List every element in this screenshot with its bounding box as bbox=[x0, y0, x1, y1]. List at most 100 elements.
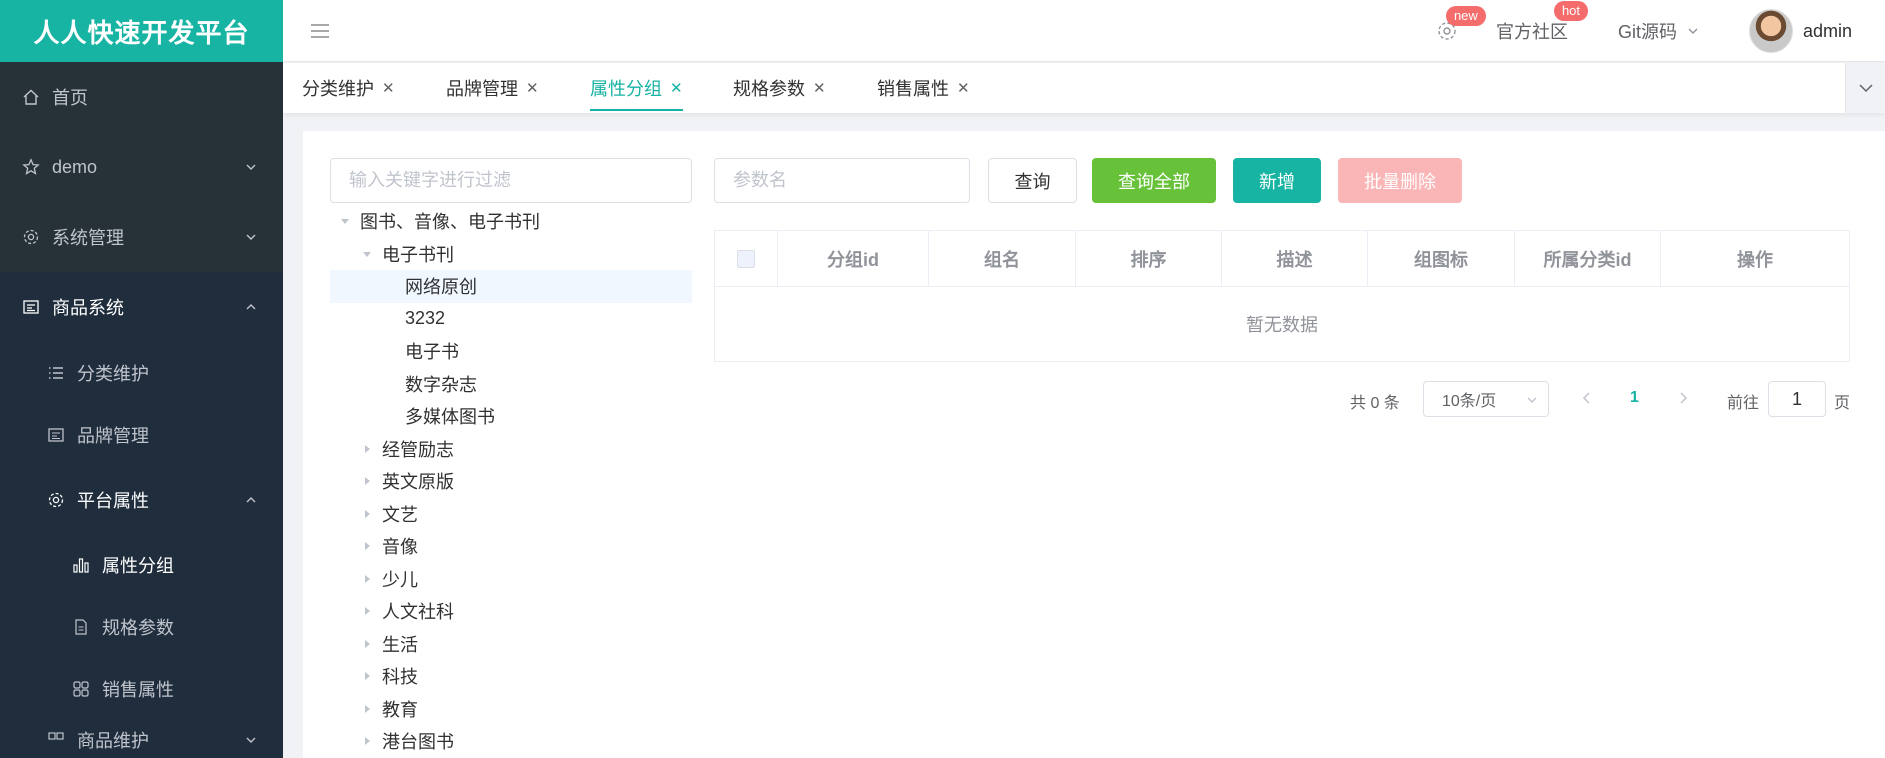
caret-right-icon[interactable] bbox=[362, 509, 372, 519]
page-size-select[interactable]: 10条/页 bbox=[1423, 381, 1549, 417]
sidebar-item-home[interactable]: 首页 bbox=[0, 62, 283, 132]
product-submenu: 分类维护 品牌管理 平台属性 属性分组 规格参数 销售属性 商品维护 bbox=[0, 342, 283, 758]
sidebar-item-sale-attr[interactable]: 销售属性 bbox=[0, 658, 283, 720]
tree-node[interactable]: 人文社科 bbox=[330, 595, 692, 628]
sidebar-item-product[interactable]: 商品系统 bbox=[0, 272, 283, 342]
column-header[interactable]: 组名 bbox=[929, 231, 1076, 286]
tree-node[interactable]: 教育 bbox=[330, 693, 692, 726]
column-header[interactable]: 描述 bbox=[1222, 231, 1368, 286]
tree-node[interactable]: 英文原版 bbox=[330, 465, 692, 498]
sidebar-item-category[interactable]: 分类维护 bbox=[0, 342, 283, 404]
sidebar: 人人快速开发平台 首页 demo 系统管理 商品系统 分类维护 品牌管理 平台属… bbox=[0, 0, 283, 758]
attr-submenu: 属性分组 规格参数 销售属性 bbox=[0, 534, 283, 720]
close-icon[interactable]: ✕ bbox=[670, 79, 683, 97]
sidebar-item-label: 平台属性 bbox=[77, 491, 149, 511]
page-number[interactable]: 1 bbox=[1630, 389, 1639, 407]
list-icon bbox=[20, 296, 42, 318]
close-icon[interactable]: ✕ bbox=[526, 79, 539, 97]
param-name-input[interactable] bbox=[714, 158, 970, 203]
tab-bar: 分类维护 ✕ 品牌管理 ✕ 属性分组 ✕ 规格参数 ✕ 销售属性 ✕ bbox=[283, 63, 1885, 113]
tree-node-label: 教育 bbox=[382, 699, 418, 720]
tree-node[interactable]: 音像 bbox=[330, 530, 692, 563]
tab-brand[interactable]: 品牌管理 ✕ bbox=[446, 63, 539, 113]
tree-node-label: 文艺 bbox=[382, 504, 418, 525]
pagination: 共 0 条 10条/页 1 前往 1 页 bbox=[1350, 381, 1860, 417]
sidebar-item-spec-params[interactable]: 规格参数 bbox=[0, 596, 283, 658]
tree-node[interactable]: 科技 bbox=[330, 660, 692, 693]
tree-node[interactable]: 港台图书 bbox=[330, 725, 692, 758]
tree-node[interactable]: 文艺 bbox=[330, 498, 692, 531]
query-button[interactable]: 查询 bbox=[988, 158, 1077, 203]
sidebar-item-platform-attr[interactable]: 平台属性 bbox=[0, 466, 283, 534]
hot-badge: hot bbox=[1553, 1, 1589, 21]
tab-spec-params[interactable]: 规格参数 ✕ bbox=[733, 63, 826, 113]
tree-node[interactable]: 少儿 bbox=[330, 563, 692, 596]
menu-list-icon bbox=[45, 362, 67, 384]
page-jump-input[interactable]: 1 bbox=[1768, 381, 1826, 417]
select-all-checkbox[interactable] bbox=[737, 249, 755, 268]
tree-filter-input[interactable] bbox=[330, 158, 692, 203]
user-menu[interactable]: admin bbox=[1748, 9, 1852, 53]
chevron-down-icon bbox=[246, 234, 256, 240]
close-icon[interactable]: ✕ bbox=[957, 79, 970, 97]
git-label: Git源码 bbox=[1617, 22, 1677, 42]
caret-right-icon[interactable] bbox=[362, 444, 372, 454]
tabs-more-button[interactable] bbox=[1845, 63, 1885, 113]
caret-right-icon[interactable] bbox=[362, 541, 372, 551]
sidebar-item-demo[interactable]: demo bbox=[0, 132, 283, 202]
chevron-down-icon bbox=[246, 737, 256, 743]
tree-node[interactable]: 3232 bbox=[330, 303, 692, 336]
tree-node[interactable]: 经管励志 bbox=[330, 433, 692, 466]
tree-node[interactable]: 电子书刊 bbox=[330, 238, 692, 271]
caret-right-icon[interactable] bbox=[362, 639, 372, 649]
tab-label: 规格参数 bbox=[733, 79, 805, 99]
column-header[interactable]: 分组id bbox=[778, 231, 929, 286]
home-icon bbox=[20, 86, 42, 108]
sidebar-item-label: 分类维护 bbox=[77, 364, 149, 384]
tree-node[interactable]: 多媒体图书 bbox=[330, 400, 692, 433]
batch-delete-button[interactable]: 批量删除 bbox=[1338, 158, 1462, 203]
caret-right-icon[interactable] bbox=[362, 671, 372, 681]
caret-down-icon[interactable] bbox=[340, 216, 350, 226]
community-link[interactable]: 官方社区 hot bbox=[1496, 1, 1589, 44]
hamburger-icon[interactable] bbox=[308, 19, 332, 43]
column-header[interactable]: 操作 bbox=[1661, 231, 1849, 286]
tree-node-label: 人文社科 bbox=[382, 602, 454, 623]
brand-title[interactable]: 人人快速开发平台 bbox=[0, 0, 283, 62]
column-header[interactable]: 排序 bbox=[1076, 231, 1222, 286]
next-page-icon[interactable] bbox=[1676, 391, 1690, 405]
tree-node-label: 网络原创 bbox=[405, 277, 477, 298]
caret-right-icon[interactable] bbox=[362, 606, 372, 616]
tree-node[interactable]: 电子书 bbox=[330, 335, 692, 368]
prev-page-icon[interactable] bbox=[1580, 391, 1594, 405]
tab-category[interactable]: 分类维护 ✕ bbox=[302, 63, 395, 113]
sidebar-item-system[interactable]: 系统管理 bbox=[0, 202, 283, 272]
tree-node[interactable]: 数字杂志 bbox=[330, 368, 692, 401]
tree-node[interactable]: 网络原创 bbox=[330, 270, 692, 303]
tree-node[interactable]: 生活 bbox=[330, 628, 692, 661]
tree-node-label: 科技 bbox=[382, 667, 418, 688]
sidebar-item-brand[interactable]: 品牌管理 bbox=[0, 404, 283, 466]
document-icon bbox=[70, 616, 92, 638]
close-icon[interactable]: ✕ bbox=[382, 79, 395, 97]
add-button[interactable]: 新增 bbox=[1233, 158, 1321, 203]
git-dropdown[interactable]: Git源码 bbox=[1618, 18, 1699, 44]
caret-down-icon[interactable] bbox=[362, 249, 372, 259]
caret-right-icon[interactable] bbox=[362, 476, 372, 486]
tab-sale-attr[interactable]: 销售属性 ✕ bbox=[877, 63, 970, 113]
column-header[interactable]: 组图标 bbox=[1368, 231, 1515, 286]
caret-right-icon[interactable] bbox=[362, 574, 372, 584]
caret-right-icon[interactable] bbox=[362, 736, 372, 746]
caret-right-icon[interactable] bbox=[362, 704, 372, 714]
settings-button[interactable]: new bbox=[1432, 6, 1486, 42]
tree-node[interactable]: 图书、音像、电子书刊 bbox=[330, 205, 692, 238]
chevron-down-icon bbox=[246, 164, 256, 170]
close-icon[interactable]: ✕ bbox=[813, 79, 826, 97]
column-header[interactable]: 所属分类id bbox=[1515, 231, 1661, 286]
sidebar-item-product-maintain[interactable]: 商品维护 bbox=[0, 720, 283, 758]
tab-attr-group[interactable]: 属性分组 ✕ bbox=[590, 63, 683, 113]
tab-label: 属性分组 bbox=[590, 79, 662, 99]
query-all-button[interactable]: 查询全部 bbox=[1092, 158, 1216, 203]
sidebar-item-label: 商品系统 bbox=[52, 298, 124, 318]
sidebar-item-attr-group[interactable]: 属性分组 bbox=[0, 534, 283, 596]
